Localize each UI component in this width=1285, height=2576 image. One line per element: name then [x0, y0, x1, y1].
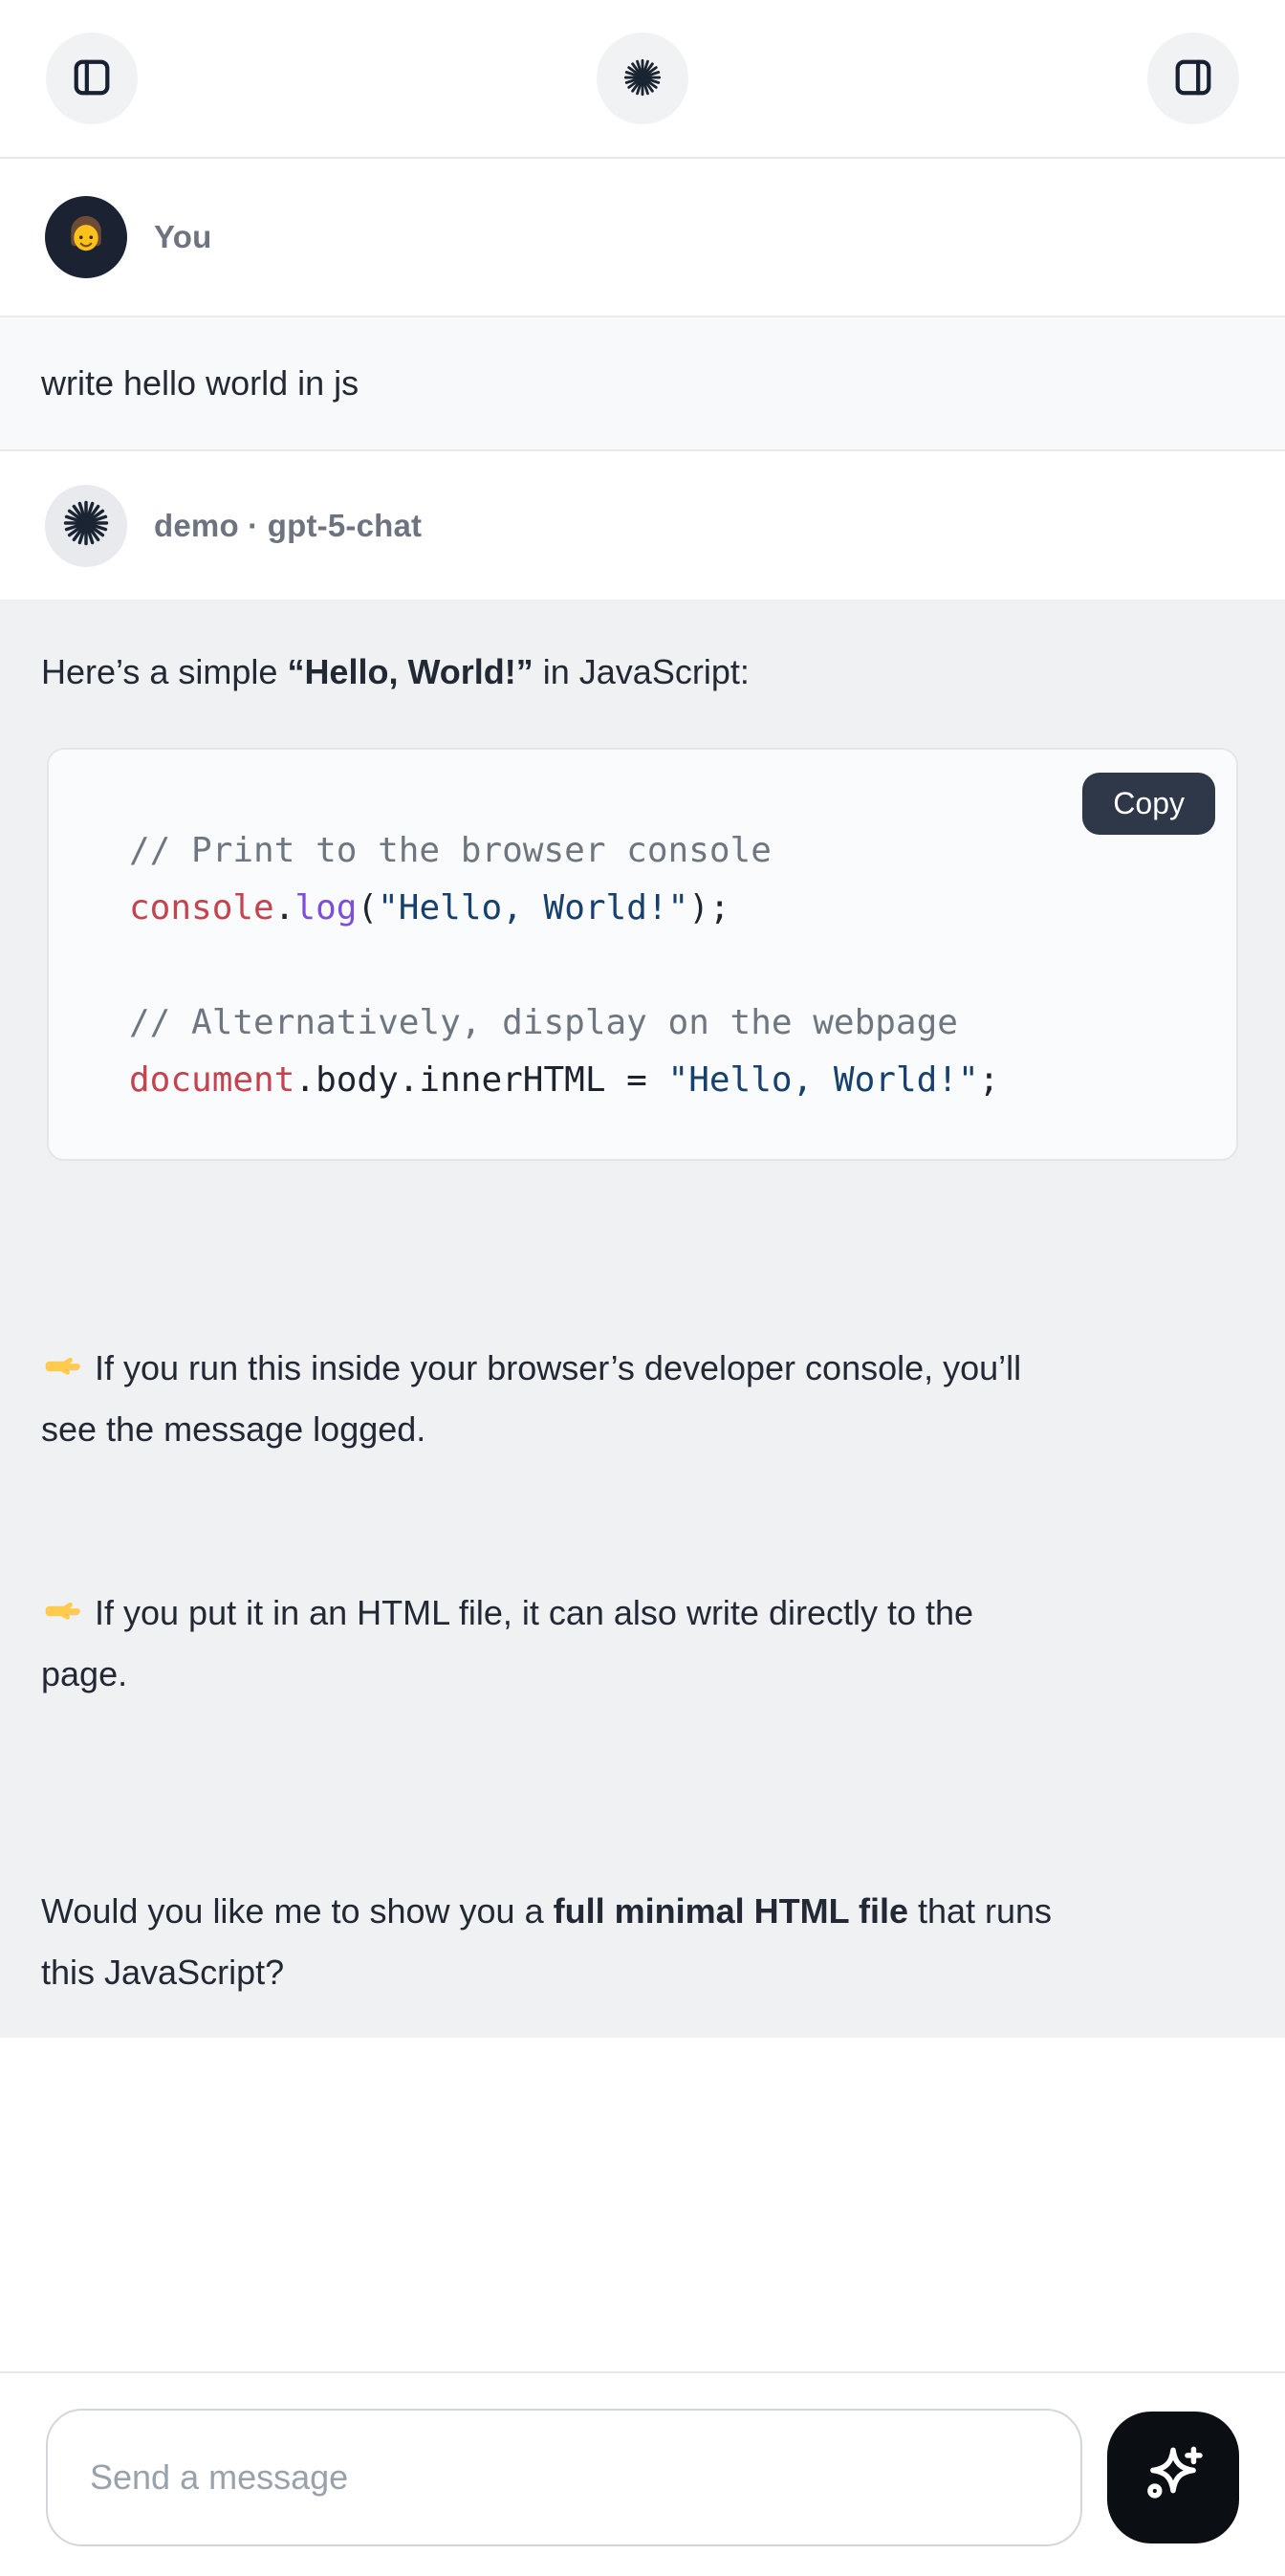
code-token-punct: ; [979, 1060, 1000, 1100]
assistant-intro-paragraph: Here’s a simple “Hello, World!” in JavaS… [41, 642, 1244, 703]
user-message: write hello world in js [0, 316, 1285, 451]
assistant-message-header: demo · gpt-5-chat [0, 451, 1285, 600]
assistant-tips-paragraph: If you run this inside your browser’s de… [41, 1215, 1244, 1827]
code-token-props: .body.innerHTML = [294, 1060, 667, 1100]
pointing-right-emoji [41, 1589, 81, 1629]
pointing-right-emoji [41, 1344, 81, 1385]
code-block: Copy // Print to the browser console con… [47, 748, 1238, 1161]
starburst-spinner-icon [59, 496, 113, 555]
code-token-punct: ( [357, 888, 378, 928]
tip-text: If you run this inside your browser’s de… [41, 1348, 1021, 1449]
assistant-sender-label: demo · gpt-5-chat [154, 508, 422, 544]
code-token-log: log [294, 888, 357, 928]
code-token-document: document [129, 1060, 294, 1100]
code-token-string: "Hello, World!" [378, 888, 688, 928]
sidebar-toggle-button[interactable] [46, 33, 138, 124]
question-bold-text: full minimal HTML file [554, 1891, 908, 1931]
starburst-spinner-icon [621, 55, 664, 102]
user-message-text: write hello world in js [41, 363, 359, 404]
assistant-message: Here’s a simple “Hello, World!” in JavaS… [0, 600, 1285, 2038]
assistant-question-paragraph: Would you like me to show you a full min… [41, 1881, 1244, 2003]
sparkle-icon [1136, 2439, 1210, 2517]
code-token-string: "Hello, World!" [668, 1060, 979, 1100]
user-message-header: You [0, 159, 1285, 316]
send-button[interactable] [1107, 2412, 1239, 2543]
code-blank-line [129, 937, 1208, 994]
tip-text: If you put it in an HTML file, it can al… [41, 1593, 973, 1693]
code-comment: // Print to the browser console [129, 831, 772, 870]
code-token-console: console [129, 888, 274, 928]
code-token-punct: . [274, 888, 295, 928]
user-avatar [45, 196, 127, 278]
tip-line: If you run this inside your browser’s de… [41, 1338, 1244, 1460]
question-text: Would you like me to show you a [41, 1891, 554, 1931]
code-token-punct: ); [688, 888, 730, 928]
assistant-avatar [45, 485, 127, 567]
person-emoji-icon [59, 208, 113, 267]
intro-bold-text: “Hello, World!” [287, 652, 533, 691]
app-logo-button[interactable] [597, 33, 688, 124]
user-sender-label: You [154, 219, 211, 255]
top-bar [0, 0, 1285, 159]
panel-right-icon [1171, 55, 1215, 102]
code-content: // Print to the browser console console.… [49, 750, 1236, 1159]
chat-screen: You write hello world in js [0, 0, 1285, 2576]
tip-line: If you put it in an HTML file, it can al… [41, 1583, 1244, 1705]
copy-code-button[interactable]: Copy [1082, 773, 1215, 835]
intro-text: Here’s a simple [41, 652, 287, 691]
panel-toggle-button[interactable] [1147, 33, 1239, 124]
composer-bar [0, 2371, 1285, 2576]
message-input[interactable] [46, 2409, 1082, 2546]
panel-left-icon [70, 55, 114, 102]
code-comment: // Alternatively, display on the webpage [129, 1003, 958, 1042]
intro-text-end: in JavaScript: [534, 652, 750, 691]
